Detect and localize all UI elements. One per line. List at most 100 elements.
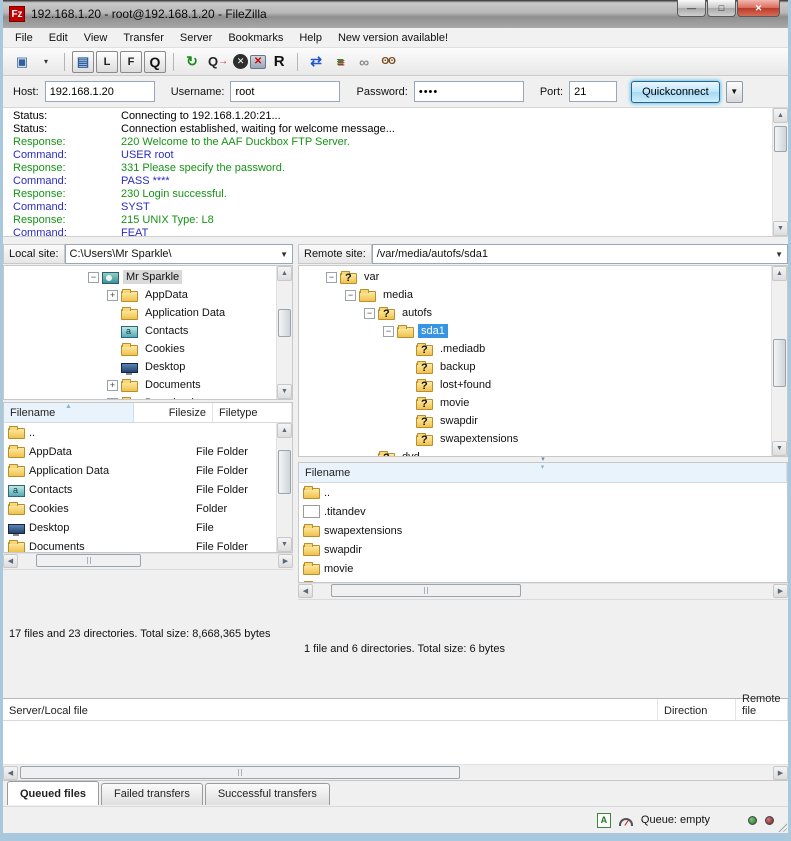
tree-item[interactable]: Downloads: [12, 394, 274, 400]
column-header-remote-file[interactable]: Remote file: [736, 699, 788, 720]
queue-tab[interactable]: Failed transfers: [101, 783, 203, 805]
menu-item[interactable]: Bookmarks: [220, 30, 291, 46]
tree-expander-icon[interactable]: [402, 344, 413, 355]
tree-expander-icon[interactable]: [107, 290, 118, 301]
quickconnect-dropdown-icon[interactable]: ▼: [726, 81, 743, 103]
column-header-filesize[interactable]: Filesize: [134, 403, 213, 422]
toggle-message-log-icon[interactable]: ▤: [72, 51, 94, 73]
scroll-down-icon[interactable]: ▼: [277, 537, 292, 552]
scroll-down-icon[interactable]: ▼: [772, 441, 787, 456]
tree-item[interactable]: media: [307, 286, 769, 304]
reconnect-icon[interactable]: R: [268, 51, 290, 73]
tree-expander-icon[interactable]: [107, 326, 118, 337]
menu-item[interactable]: File: [7, 30, 41, 46]
column-header-direction[interactable]: Direction: [658, 699, 736, 720]
scroll-up-icon[interactable]: ▲: [773, 108, 788, 123]
log-scrollbar[interactable]: ▲ ▼: [772, 108, 788, 236]
tree-expander-icon[interactable]: [402, 434, 413, 445]
tree-expander-icon[interactable]: [107, 362, 118, 373]
tree-item[interactable]: dvd: [307, 448, 769, 457]
password-input[interactable]: [414, 81, 524, 102]
tree-item[interactable]: swapdir: [307, 412, 769, 430]
title-bar[interactable]: Fz 192.168.1.20 - root@192.168.1.20 - Fi…: [3, 0, 788, 28]
tree-item[interactable]: lost+found: [307, 376, 769, 394]
scroll-left-icon[interactable]: ◀: [298, 584, 313, 598]
directory-listing-filters-icon[interactable]: ≡: [329, 51, 351, 73]
scrollbar-thumb[interactable]: [36, 554, 141, 567]
menu-item[interactable]: Edit: [41, 30, 76, 46]
file-row[interactable]: Documents File Folder: [4, 537, 276, 553]
tree-expander-icon[interactable]: [345, 290, 356, 301]
remote-site-combo[interactable]: /var/media/autofs/sda1 ▼: [372, 244, 788, 264]
quickconnect-button[interactable]: Quickconnect: [631, 81, 720, 103]
host-input[interactable]: [45, 81, 155, 102]
file-row[interactable]: Cookies Folder: [4, 499, 276, 518]
file-row[interactable]: Desktop File: [4, 518, 276, 537]
scroll-down-icon[interactable]: ▼: [277, 384, 292, 399]
scroll-down-icon[interactable]: ▼: [773, 221, 788, 236]
local-list-scrollbar[interactable]: ▲ ▼: [276, 423, 292, 552]
search-files-icon[interactable]: ʘʘ: [377, 51, 399, 73]
remote-list-hscrollbar[interactable]: ◀ ▶: [298, 583, 788, 599]
tree-expander-icon[interactable]: [402, 362, 413, 373]
tree-expander-icon[interactable]: [364, 308, 375, 319]
tree-item[interactable]: Contacts: [12, 322, 274, 340]
minimize-button[interactable]: —: [677, 0, 706, 17]
tree-expander-icon[interactable]: [326, 272, 337, 283]
tree-expander-icon[interactable]: [364, 452, 375, 458]
scrollbar-thumb[interactable]: [774, 126, 787, 152]
maximize-button[interactable]: □: [707, 0, 736, 17]
scroll-left-icon[interactable]: ◀: [3, 554, 18, 568]
tree-item[interactable]: backup: [307, 358, 769, 376]
tree-expander-icon[interactable]: [107, 308, 118, 319]
column-header-filename[interactable]: ▲ Filename: [4, 403, 134, 422]
tree-expander-icon[interactable]: [383, 326, 394, 337]
local-tree-scrollbar[interactable]: ▲ ▼: [276, 266, 292, 399]
tree-expander-icon[interactable]: [402, 380, 413, 391]
queue-tab[interactable]: Queued files: [7, 781, 99, 805]
site-manager-icon[interactable]: ▣: [11, 51, 33, 73]
tree-item[interactable]: sda1: [307, 322, 769, 340]
toggle-remote-tree-icon[interactable]: F: [120, 51, 142, 73]
scroll-right-icon[interactable]: ▶: [278, 554, 293, 568]
scroll-right-icon[interactable]: ▶: [773, 584, 788, 598]
local-list-hscrollbar[interactable]: ◀ ▶: [3, 553, 293, 569]
tree-item[interactable]: autofs: [307, 304, 769, 322]
toggle-queue-icon[interactable]: Q: [144, 51, 166, 73]
file-row[interactable]: ..: [299, 483, 787, 502]
file-row[interactable]: AppData File Folder: [4, 442, 276, 461]
file-row[interactable]: swapdir: [299, 540, 787, 559]
tree-expander-icon[interactable]: [88, 272, 99, 283]
tree-expander-icon[interactable]: [402, 416, 413, 427]
queue-hscrollbar[interactable]: ◀ ▶: [3, 764, 788, 780]
synchronized-browsing-icon[interactable]: ∞: [353, 51, 375, 73]
file-row[interactable]: lost+found: [299, 578, 787, 583]
cancel-operation-icon[interactable]: ✕: [233, 54, 248, 69]
process-queue-icon[interactable]: Q: [205, 51, 231, 73]
tree-item[interactable]: Desktop: [12, 358, 274, 376]
tree-item[interactable]: swapextensions: [307, 430, 769, 448]
scroll-up-icon[interactable]: ▲: [277, 423, 292, 438]
local-site-combo[interactable]: C:\Users\Mr Sparkle\ ▼: [65, 244, 293, 264]
scrollbar-thumb[interactable]: [278, 309, 291, 337]
scroll-right-icon[interactable]: ▶: [773, 766, 788, 780]
username-input[interactable]: [230, 81, 340, 102]
resize-grip[interactable]: [777, 822, 787, 832]
tree-item[interactable]: .mediadb: [307, 340, 769, 358]
tree-item[interactable]: Documents: [12, 376, 274, 394]
file-row[interactable]: movie: [299, 559, 787, 578]
port-input[interactable]: [569, 81, 617, 102]
site-manager-dropdown-icon[interactable]: ▾: [35, 51, 57, 73]
tree-item[interactable]: var: [307, 268, 769, 286]
file-row[interactable]: ..: [4, 423, 276, 442]
tree-item[interactable]: AppData: [12, 286, 274, 304]
menu-item[interactable]: Server: [172, 30, 220, 46]
scrollbar-thumb[interactable]: [331, 584, 521, 597]
menu-item[interactable]: Help: [291, 30, 330, 46]
file-row[interactable]: swapextensions: [299, 521, 787, 540]
tree-item[interactable]: Cookies: [12, 340, 274, 358]
column-header-filetype[interactable]: Filetype: [213, 403, 292, 422]
file-row[interactable]: Contacts File Folder: [4, 480, 276, 499]
scroll-up-icon[interactable]: ▲: [772, 266, 787, 281]
tree-expander-icon[interactable]: [402, 398, 413, 409]
